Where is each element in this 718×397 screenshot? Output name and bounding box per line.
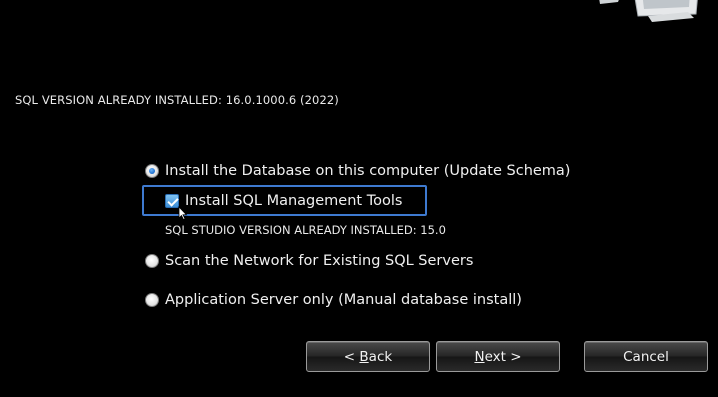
computer-illustration-icon [599,0,698,22]
studio-version-label: SQL STUDIO VERSION ALREADY INSTALLED: 15… [165,223,446,237]
radio-unselected-icon[interactable] [145,293,159,307]
radio-selected-icon[interactable] [145,164,159,178]
back-button-prefix: < [343,348,360,365]
install-database-radio[interactable]: Install the Database on this computer (U… [145,163,570,179]
install-sql-tools-checkbox[interactable]: Install SQL Management Tools [165,193,402,209]
next-button-mnemonic: N [474,348,485,365]
scan-network-radio[interactable]: Scan the Network for Existing SQL Server… [145,253,473,269]
mouse-pointer-icon [178,206,188,220]
next-button[interactable]: Next > [436,341,560,372]
back-button-mnemonic: B [359,348,369,365]
checkbox-checked-icon[interactable] [165,194,179,208]
cancel-button[interactable]: Cancel [584,341,708,372]
next-button-rest: ext > [484,348,522,365]
sql-version-label: SQL VERSION ALREADY INSTALLED: 16.0.1000… [15,93,339,107]
install-database-label: Install the Database on this computer (U… [165,163,571,179]
back-button-rest: ack [368,348,393,365]
app-server-label: Application Server only (Manual database… [165,292,522,308]
app-server-radio[interactable]: Application Server only (Manual database… [145,292,522,308]
radio-unselected-icon[interactable] [145,254,159,268]
install-sql-tools-label: Install SQL Management Tools [185,193,403,209]
scan-network-label: Scan the Network for Existing SQL Server… [165,253,474,269]
back-button[interactable]: < Back [306,341,430,372]
